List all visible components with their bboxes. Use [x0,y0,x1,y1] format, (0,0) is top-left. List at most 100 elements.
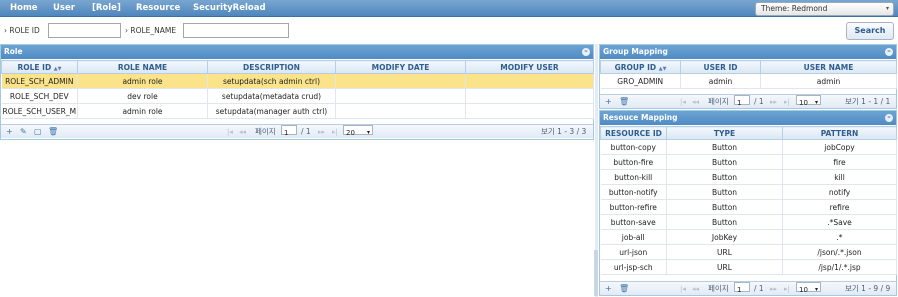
page-label: 페이지 [708,97,729,106]
role-panel-title: Role [4,47,23,56]
add-icon[interactable]: + [605,282,612,296]
group-panel-title: Group Mapping [603,47,668,56]
collapse-icon[interactable]: – [885,114,893,122]
cell: setupdata(manager auth ctrl) [207,103,336,119]
page-input[interactable]: 1 [281,125,297,137]
group-pager: + 🗑 |◂ ◂◂ 페이지 1 / 1 ▸▸ ▸| 10 ▾ 보기 1 - 1 /… [600,94,896,108]
page-input[interactable]: 1 [734,282,750,294]
rows-per-page-select[interactable]: 10 ▾ [796,282,821,294]
theme-select[interactable]: Theme: Redmond ▾ [755,2,894,16]
col-user-id[interactable]: USER ID [680,60,761,74]
col-description[interactable]: DESCRIPTION [207,60,336,74]
add-icon[interactable]: + [605,95,612,109]
delete-icon[interactable]: 🗑 [619,95,629,109]
cell [335,73,466,89]
rows-per-page-select[interactable]: 10 ▾ [796,95,821,107]
first-page-icon[interactable]: |◂ [680,282,686,296]
prev-page-icon[interactable]: ◂◂ [692,95,699,109]
menu-home[interactable]: Home [10,0,38,17]
cell [335,88,466,104]
role-id-input[interactable] [48,23,121,38]
next-page-icon[interactable]: ▸▸ [318,125,325,139]
col-pattern[interactable]: PATTERN [782,126,897,140]
table-row[interactable]: ROLE_SCH_ADMIN admin role setupdata(sch … [1,73,594,89]
resource-panel-header: Resouce Mapping – [600,111,896,125]
cell: GRO_ADMIN [600,73,681,89]
delete-icon[interactable]: 🗑 [619,282,629,296]
prev-page-icon[interactable]: ◂◂ [692,282,699,296]
col-role-name[interactable]: ROLE NAME [77,60,208,74]
cell: dev role [77,88,208,104]
col-modify-user[interactable]: MODIFY USER [465,60,594,74]
cell: .*Save [782,214,897,230]
role-pager: + ✎ ▢ 🗑 |◂ ◂◂ 페이지 1 / 1 ▸▸ ▸| 20 ▾ 보기 1 -… [1,124,593,138]
search-button[interactable]: Search [846,22,894,40]
role-panel: Role – ROLE ID ▲▼ ROLE NAME DESCRIPTION … [0,44,594,140]
resource-panel-title: Resouce Mapping [603,113,678,122]
table-row[interactable]: button-notify Button notify [600,184,897,200]
table-row[interactable]: url-json URL/json/.*.json [600,244,897,260]
first-page-icon[interactable]: |◂ [680,95,686,109]
menu-user[interactable]: User [53,0,75,17]
table-row[interactable]: ROLE_SCH_DEV dev role setupdata(metadata… [1,88,594,104]
first-page-icon[interactable]: |◂ [227,125,233,139]
table-row[interactable]: button-copy Button jobCopy [600,139,897,155]
cell: button-fire [600,154,667,170]
menu-resource[interactable]: Resource [136,0,180,17]
rows-per-page-select[interactable]: 20 ▾ [343,125,373,137]
table-row[interactable]: job-all JobKey .* [600,229,897,245]
prev-page-icon[interactable]: ◂◂ [239,125,246,139]
theme-label: Theme: Redmond [761,4,828,13]
collapse-icon[interactable]: – [885,48,893,56]
cell: URL [666,259,783,275]
view-icon[interactable]: ▢ [34,125,42,139]
cell: .* [782,229,897,245]
table-row[interactable]: button-refire Button refire [600,199,897,215]
col-modify-date[interactable]: MODIFY DATE [335,60,466,74]
edit-icon[interactable]: ✎ [20,125,27,139]
cell: job-all [600,229,667,245]
cell: admin role [77,73,208,89]
page-input[interactable]: 1 [734,95,750,107]
cell: /jsp/1/.*.jsp [782,259,897,275]
col-group-id[interactable]: GROUP ID ▲▼ [600,60,681,74]
page-total: / 1 [301,127,311,136]
role-panel-header: Role – [1,45,593,59]
col-type[interactable]: TYPE [666,126,783,140]
resource-pager: + 🗑 |◂ ◂◂ 페이지 1 / 1 ▸▸ ▸| 10 ▾ 보기 1 - 9 /… [600,281,896,295]
collapse-icon[interactable]: – [582,48,590,56]
next-page-icon[interactable]: ▸▸ [770,282,777,296]
table-row[interactable]: url-jsp-sch URL/jsp/1/.*.jsp [600,259,897,275]
cell: button-kill [600,169,667,185]
last-page-icon[interactable]: ▸| [784,282,790,296]
cell: jobCopy [782,139,897,155]
last-page-icon[interactable]: ▸| [784,95,790,109]
table-row[interactable]: button-save Button .*Save [600,214,897,230]
table-row[interactable]: button-fire Button fire [600,154,897,170]
table-row[interactable]: ROLE_SCH_USER_M admin role setupdata(man… [1,103,594,119]
role-name-input[interactable] [183,23,289,38]
cell: Button [666,184,783,200]
col-resource-id[interactable]: RESOURCE ID [600,126,667,140]
scrollbar[interactable] [594,250,598,296]
cell: ROLE_SCH_DEV [1,88,78,104]
table-row[interactable]: button-kill Button kill [600,169,897,185]
add-icon[interactable]: + [6,125,13,139]
next-page-icon[interactable]: ▸▸ [770,95,777,109]
role-grid: ROLE ID ▲▼ ROLE NAME DESCRIPTION MODIFY … [1,60,594,119]
cell: admin role [77,103,208,119]
resource-grid: RESOURCE ID TYPE PATTERN button-copy Butt… [600,126,897,275]
menu-security-reload[interactable]: SecurityReload [193,0,266,17]
table-row[interactable]: GRO_ADMIN admin admin [600,73,897,89]
top-menu-bar: Home User [Role] Resource SecurityReload… [0,0,898,17]
cell: button-refire [600,199,667,215]
last-page-icon[interactable]: ▸| [332,125,338,139]
record-info: 보기 1 - 9 / 9 [845,284,891,293]
delete-icon[interactable]: 🗑 [48,125,58,139]
col-role-id[interactable]: ROLE ID ▲▼ [1,60,78,74]
col-user-name[interactable]: USER NAME [760,60,897,74]
cell [465,73,594,89]
cell: Button [666,214,783,230]
cell [465,103,594,119]
menu-role[interactable]: [Role] [92,0,121,17]
